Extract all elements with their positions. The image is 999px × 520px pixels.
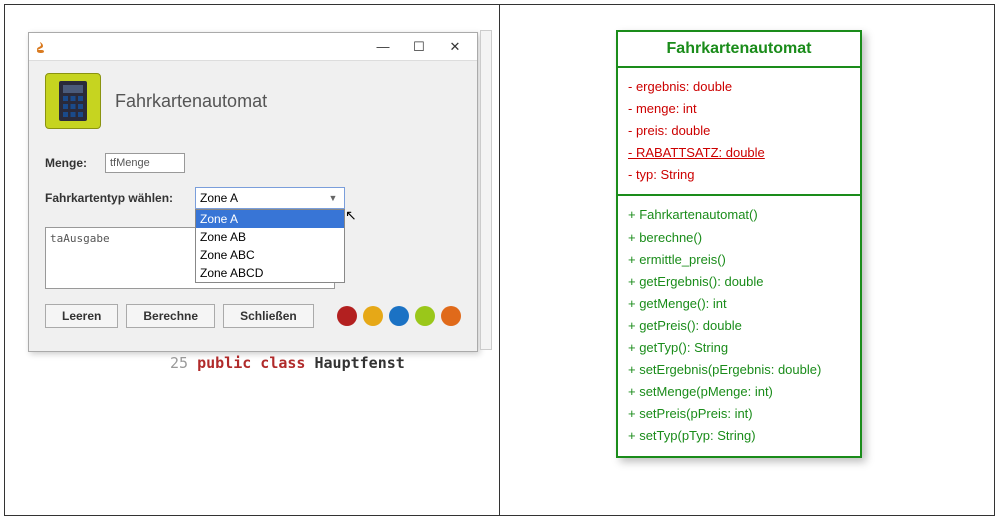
- color-dots: [337, 306, 461, 326]
- combo-item[interactable]: Zone ABCD: [196, 264, 344, 282]
- combo-item[interactable]: Zone A: [196, 210, 344, 228]
- color-dot: [337, 306, 357, 326]
- typ-label: Fahrkartentyp wählen:: [45, 191, 195, 205]
- app-header: Fahrkartenautomat: [45, 73, 461, 129]
- berechne-button[interactable]: Berechne: [126, 304, 215, 328]
- uml-method: + setMenge(pMenge: int): [628, 381, 850, 403]
- menge-input[interactable]: [105, 153, 185, 173]
- combo-selected-text: Zone A: [200, 191, 238, 205]
- schliessen-button[interactable]: Schließen: [223, 304, 314, 328]
- calculator-icon: [45, 73, 101, 129]
- uml-method: + getErgebnis(): double: [628, 271, 850, 293]
- color-dot: [389, 306, 409, 326]
- color-dot: [415, 306, 435, 326]
- uml-methods-section: + Fahrkartenautomat()+ berechne()+ ermit…: [618, 196, 860, 455]
- combo-item[interactable]: Zone ABC: [196, 246, 344, 264]
- menge-label: Menge:: [45, 156, 105, 170]
- uml-attribute: - preis: double: [628, 120, 850, 142]
- uml-method: + getTyp(): String: [628, 337, 850, 359]
- maximize-button[interactable]: ☐: [401, 35, 437, 59]
- close-button[interactable]: ✕: [437, 35, 473, 59]
- uml-attribute: - RABATTSATZ: double: [628, 142, 850, 164]
- minimize-button[interactable]: —: [365, 35, 401, 59]
- uml-method: + getPreis(): double: [628, 315, 850, 337]
- app-window: — ☐ ✕ Fahrkartenautom: [28, 32, 478, 352]
- color-dot: [363, 306, 383, 326]
- title-bar: — ☐ ✕: [29, 33, 477, 61]
- uml-class-name: Fahrkartenautomat: [618, 32, 860, 68]
- typ-dropdown-list: Zone AZone ABZone ABCZone ABCD: [195, 209, 345, 283]
- uml-method: + setErgebnis(pErgebnis: double): [628, 359, 850, 381]
- leeren-button[interactable]: Leeren: [45, 304, 118, 328]
- uml-attribute: - menge: int: [628, 98, 850, 120]
- uml-class-box: Fahrkartenautomat - ergebnis: double- me…: [616, 30, 862, 458]
- uml-attribute: - typ: String: [628, 164, 850, 186]
- uml-method: + Fahrkartenautomat(): [628, 204, 850, 226]
- uml-method: + ermittle_preis(): [628, 249, 850, 271]
- uml-method: + setTyp(pTyp: String): [628, 425, 850, 447]
- uml-attribute: - ergebnis: double: [628, 76, 850, 98]
- vertical-divider: [499, 4, 500, 516]
- typ-combobox[interactable]: Zone A ▼: [195, 187, 345, 209]
- cursor-icon: ↖: [345, 207, 357, 224]
- app-title: Fahrkartenautomat: [115, 91, 267, 112]
- ide-background-fragment: [480, 30, 492, 350]
- chevron-down-icon: ▼: [326, 191, 340, 205]
- color-dot: [441, 306, 461, 326]
- java-icon: [33, 39, 49, 55]
- uml-method: + getMenge(): int: [628, 293, 850, 315]
- uml-method: + setPreis(pPreis: int): [628, 403, 850, 425]
- uml-attributes-section: - ergebnis: double- menge: int- preis: d…: [618, 68, 860, 196]
- code-fragment: 25 public class Hauptfenst: [170, 354, 480, 372]
- uml-method: + berechne(): [628, 227, 850, 249]
- combo-item[interactable]: Zone AB: [196, 228, 344, 246]
